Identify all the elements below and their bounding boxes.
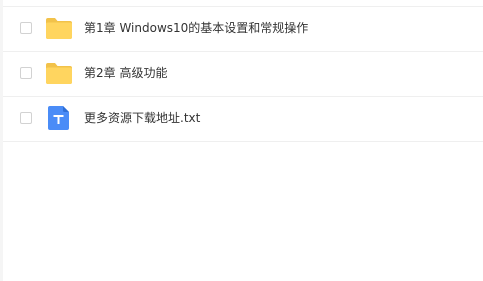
file-browser: 第1章 Windows10的基本设置和常规操作 第2章 高级功能 更多资源下载地… — [0, 0, 483, 281]
file-row-chapter-1[interactable]: 第1章 Windows10的基本设置和常规操作 — [3, 7, 483, 52]
folder-icon — [46, 63, 72, 84]
row-checkbox[interactable] — [20, 22, 32, 34]
row-checkbox[interactable] — [20, 112, 32, 124]
file-list: 第1章 Windows10的基本设置和常规操作 第2章 高级功能 更多资源下载地… — [3, 7, 483, 142]
row-checkbox[interactable] — [20, 67, 32, 79]
file-row-txt[interactable]: 更多资源下载地址.txt — [3, 97, 483, 142]
file-name[interactable]: 更多资源下载地址.txt — [84, 110, 200, 126]
text-file-icon — [48, 106, 69, 130]
file-name[interactable]: 第1章 Windows10的基本设置和常规操作 — [84, 20, 308, 36]
file-name[interactable]: 第2章 高级功能 — [84, 65, 167, 81]
folder-icon — [46, 18, 72, 39]
file-row-chapter-2[interactable]: 第2章 高级功能 — [3, 52, 483, 97]
